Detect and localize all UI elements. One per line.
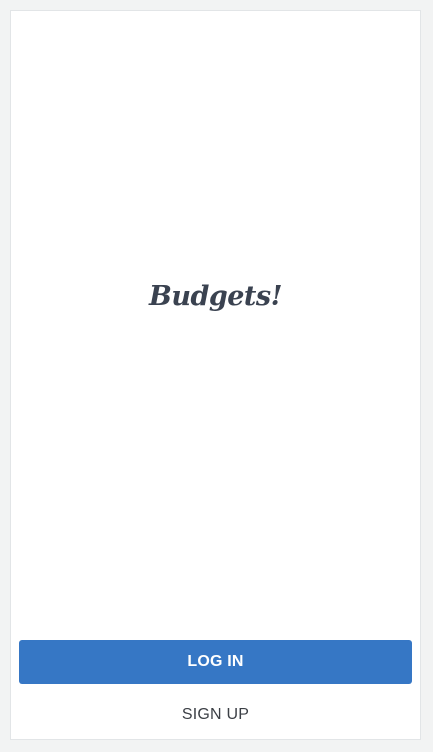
- page-background: Budgets! LOG IN SIGN UP: [0, 0, 433, 752]
- login-button[interactable]: LOG IN: [19, 640, 412, 684]
- signup-button[interactable]: SIGN UP: [19, 699, 412, 731]
- app-logo: Budgets!: [149, 281, 282, 312]
- welcome-screen: Budgets! LOG IN SIGN UP: [10, 10, 421, 740]
